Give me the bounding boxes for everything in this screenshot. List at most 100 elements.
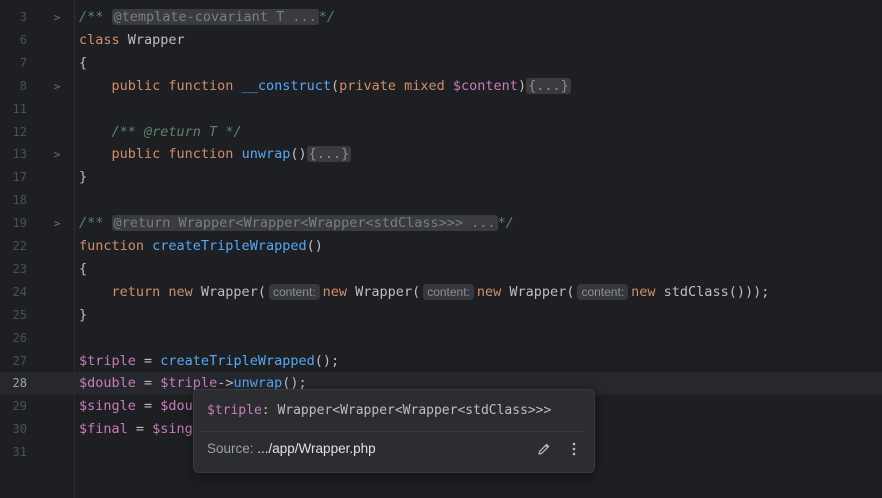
code-text: /** @return Wrapper<Wrapper<Wrapper<stdC… [79, 212, 514, 235]
code-token: */ [217, 123, 242, 140]
code-token: = [127, 421, 153, 438]
line-number: 25 [12, 307, 27, 322]
popup-source-label: Source: [207, 441, 258, 456]
code-token: unwrap [241, 146, 291, 163]
code-token: $double [79, 375, 136, 392]
popup-type-signature: $triple: Wrapper<Wrapper<Wrapper<stdClas… [207, 403, 551, 418]
code-text: class Wrapper [79, 29, 185, 52]
line-number: 28 [12, 376, 27, 391]
code-token: class [79, 31, 128, 48]
parameter-hint: content: [577, 283, 629, 300]
code-text: /** @return T */ [79, 121, 242, 144]
popup-type-text: : Wrapper<Wrapper<Wrapper<stdClass>>> [261, 403, 552, 418]
code-line[interactable]: 19 > /** @return Wrapper<Wrapper<Wrapper<s… [0, 212, 882, 235]
fold-chevron-icon[interactable]: > [51, 75, 63, 98]
code-line[interactable]: 22 function createTripleWrapped() [0, 235, 882, 258]
code-line[interactable]: 17} [0, 166, 882, 189]
code-token: /** [79, 215, 112, 232]
line-number: 26 [12, 330, 27, 345]
more-vertical-icon[interactable] [566, 441, 582, 457]
code-line[interactable]: 25} [0, 304, 882, 327]
code-token: /** [79, 9, 112, 25]
code-text: $single = $dou [79, 395, 193, 418]
code-token: new [631, 283, 664, 300]
code-line[interactable]: 18 [0, 189, 882, 212]
code-line[interactable]: 3 > /** @template-covariant T ... */ [0, 6, 882, 29]
code-token: } [79, 306, 88, 323]
code-token: createTripleWrapped [160, 352, 315, 369]
code-token: */ [497, 215, 514, 232]
folded-region[interactable]: {...} [306, 146, 352, 163]
code-token: () [306, 238, 323, 254]
line-number: 18 [12, 193, 27, 208]
code-token: createTripleWrapped [152, 238, 307, 254]
code-text: public function unwrap() {...} [79, 143, 352, 166]
code-token: return new [111, 283, 201, 300]
code-text: } [79, 166, 87, 189]
code-token: $content [452, 77, 518, 94]
pencil-icon[interactable] [536, 441, 552, 457]
code-line[interactable]: 24 return new Wrapper(content: new Wrappe… [0, 281, 882, 304]
code-token: @return T [144, 123, 218, 140]
code-token: = [135, 375, 161, 392]
code-line[interactable]: 6 class Wrapper [0, 29, 882, 52]
code-token: Wrapper( [200, 283, 266, 300]
code-text: $triple = createTripleWrapped(); [79, 350, 339, 373]
code-token: Wrapper( [509, 283, 575, 300]
code-line[interactable]: 26 [0, 327, 882, 350]
code-text: return new Wrapper(content: new Wrapper(c… [79, 281, 769, 304]
code-token: = [135, 398, 161, 415]
code-line[interactable]: 27 $triple = createTripleWrapped(); [0, 350, 882, 373]
line-number: 11 [12, 101, 27, 116]
line-number: 29 [12, 399, 27, 414]
code-token: $triple [79, 352, 136, 369]
line-number: 6 [19, 32, 27, 47]
code-token: public function [111, 146, 242, 163]
code-line[interactable]: 13 > public function unwrap() {...} [0, 143, 882, 166]
folded-region[interactable]: @return Wrapper<Wrapper<Wrapper<stdClass… [111, 215, 498, 232]
line-number: 22 [12, 239, 27, 253]
code-token: */ [318, 9, 335, 25]
line-number: 8 [19, 78, 27, 93]
code-token: $single [79, 398, 136, 415]
line-number: 30 [12, 422, 27, 437]
line-number: 24 [12, 284, 27, 299]
code-line[interactable]: 12 /** @return T */ [0, 121, 882, 144]
line-number: 12 [12, 124, 27, 139]
line-number: 3 [19, 10, 27, 24]
fold-chevron-icon[interactable]: > [51, 212, 63, 235]
code-token: Wrapper( [355, 283, 421, 300]
code-token: { [79, 54, 88, 71]
code-text: $final = $sing [79, 418, 193, 441]
code-token: $sing [152, 421, 193, 438]
code-token: public function [111, 77, 242, 94]
code-text: { [79, 258, 87, 281]
code-token: function [79, 238, 153, 254]
code-text: } [79, 304, 87, 327]
code-token: stdClass())); [663, 283, 770, 300]
code-line[interactable]: 11 [0, 98, 882, 121]
code-token: Wrapper [127, 31, 185, 48]
popup-source: Source: .../app/Wrapper.php [207, 439, 376, 459]
parameter-hint: content: [423, 283, 474, 300]
code-token: $final [79, 421, 128, 438]
code-token: new [322, 283, 356, 300]
fold-chevron-icon[interactable]: > [51, 6, 63, 29]
type-info-popup: $triple: Wrapper<Wrapper<Wrapper<stdClas… [193, 389, 595, 473]
parameter-hint: content: [268, 283, 320, 300]
code-text: { [79, 52, 87, 75]
code-token: = [135, 352, 161, 369]
code-text: public function __construct(private mixe… [79, 75, 571, 98]
folded-region[interactable]: {...} [526, 77, 571, 94]
folded-region[interactable]: @template-covariant T ... [111, 9, 319, 25]
code-line[interactable]: 23 { [0, 258, 882, 281]
code-line[interactable]: 7{ [0, 52, 882, 75]
fold-chevron-icon[interactable]: > [51, 143, 63, 166]
code-line[interactable]: 8 > public function __construct(private m… [0, 75, 882, 98]
line-number: 31 [12, 445, 27, 460]
popup-divider [202, 431, 586, 432]
code-token: $dou [160, 398, 193, 415]
popup-source-path-link[interactable]: .../app/Wrapper.php [257, 441, 375, 456]
